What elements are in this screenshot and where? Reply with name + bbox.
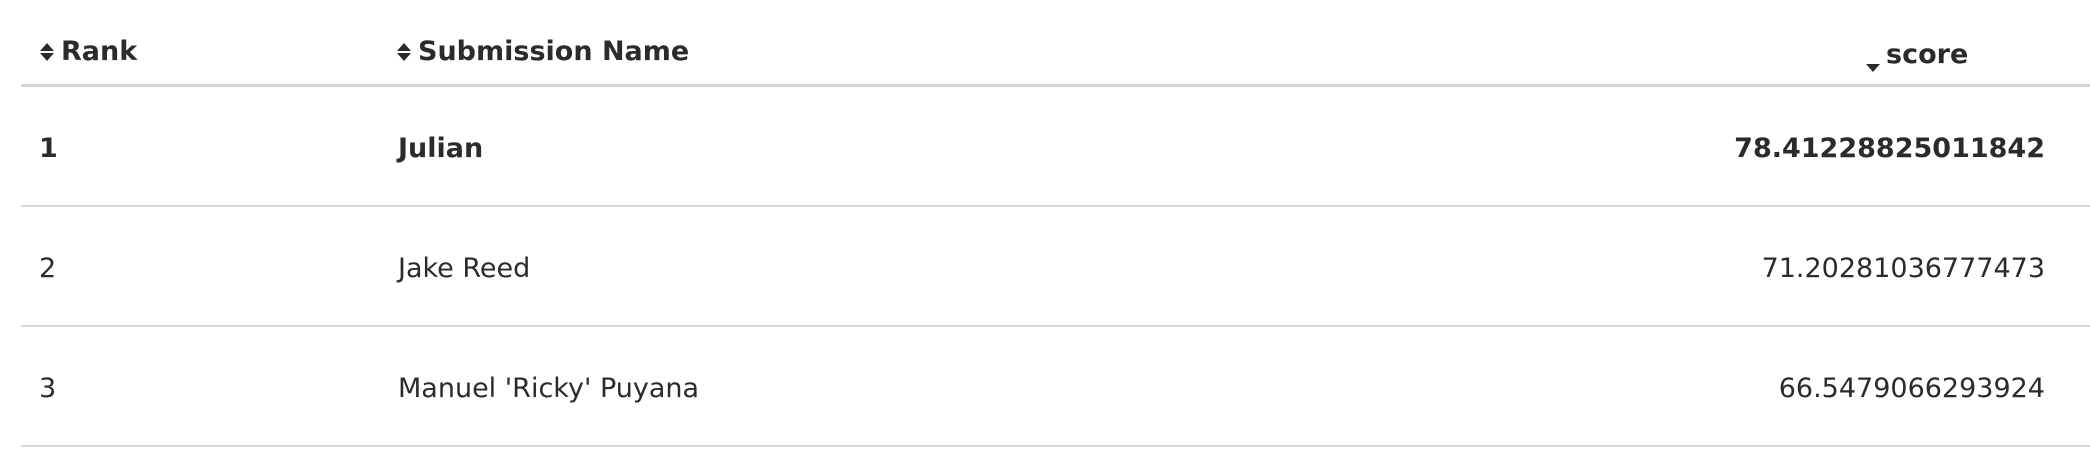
rank-cell: 2	[39, 253, 57, 284]
rank-cell: 3	[39, 373, 57, 404]
leaderboard-table: Rank Submission Name score 1 Julian 78.4…	[21, 0, 2090, 447]
rank-column-header[interactable]: Rank	[39, 36, 137, 67]
name-column-header[interactable]: Submission Name	[396, 36, 689, 67]
table-row[interactable]: 3 Manuel 'Ricky' Puyana 66.5479066293924	[21, 327, 2090, 447]
score-cell: 78.41228825011842	[1734, 133, 2045, 164]
score-cell: 71.20281036777473	[1761, 253, 2045, 284]
rank-header-label: Rank	[61, 36, 138, 67]
table-row[interactable]: 1 Julian 78.41228825011842	[21, 87, 2090, 207]
submission-name-cell: Julian	[398, 133, 484, 164]
rank-cell: 1	[39, 133, 58, 164]
score-cell: 66.5479066293924	[1778, 373, 2045, 404]
sort-both-icon	[396, 39, 412, 65]
sort-descending-icon	[1866, 36, 1880, 72]
sort-both-icon	[39, 39, 55, 65]
table-header: Rank Submission Name score	[21, 0, 2090, 87]
table-row[interactable]: 2 Jake Reed 71.20281036777473	[21, 207, 2090, 327]
name-header-label: Submission Name	[418, 36, 690, 67]
score-header-label: score	[1886, 38, 1969, 70]
submission-name-cell: Jake Reed	[398, 253, 531, 284]
submission-name-cell: Manuel 'Ricky' Puyana	[398, 373, 700, 404]
score-column-header[interactable]: score	[1866, 36, 1968, 72]
